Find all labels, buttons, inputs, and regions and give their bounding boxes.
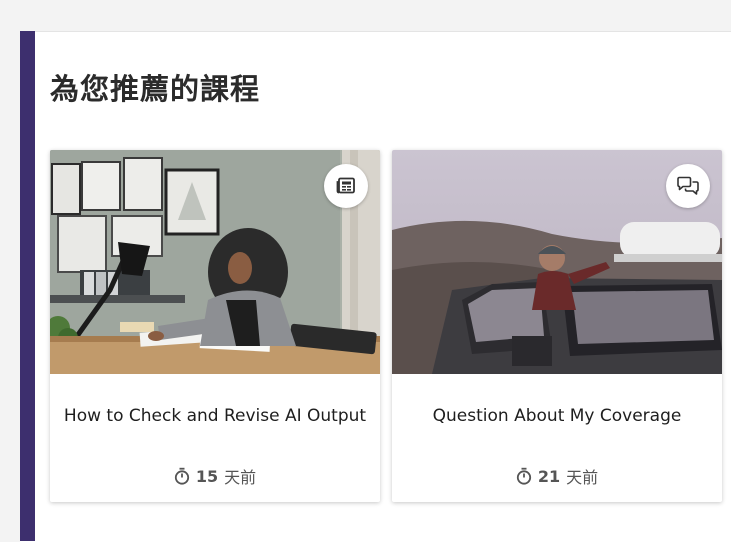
content-type-badge [324, 164, 368, 208]
stopwatch-icon [174, 467, 189, 485]
chat-bubbles-icon [677, 176, 699, 195]
card-title[interactable]: How to Check and Revise AI Output [50, 406, 380, 426]
course-card[interactable]: Question About My Coverage 21 天前 [392, 150, 722, 502]
card-meta: 15 天前 [50, 464, 380, 488]
card-meta: 21 天前 [392, 464, 722, 488]
content-type-badge [666, 164, 710, 208]
elapsed-days: 21 [537, 466, 561, 486]
card-title[interactable]: Question About My Coverage [392, 406, 722, 426]
elapsed-unit: 天前 [566, 468, 599, 487]
section-title: 為您推薦的課程 [50, 72, 261, 106]
stopwatch-icon [516, 467, 531, 485]
course-card[interactable]: How to Check and Revise AI Output 15 天前 [50, 150, 380, 502]
news-icon [336, 177, 355, 194]
elapsed-days: 15 [195, 466, 219, 486]
accent-bar [20, 31, 35, 541]
elapsed-unit: 天前 [224, 468, 257, 487]
